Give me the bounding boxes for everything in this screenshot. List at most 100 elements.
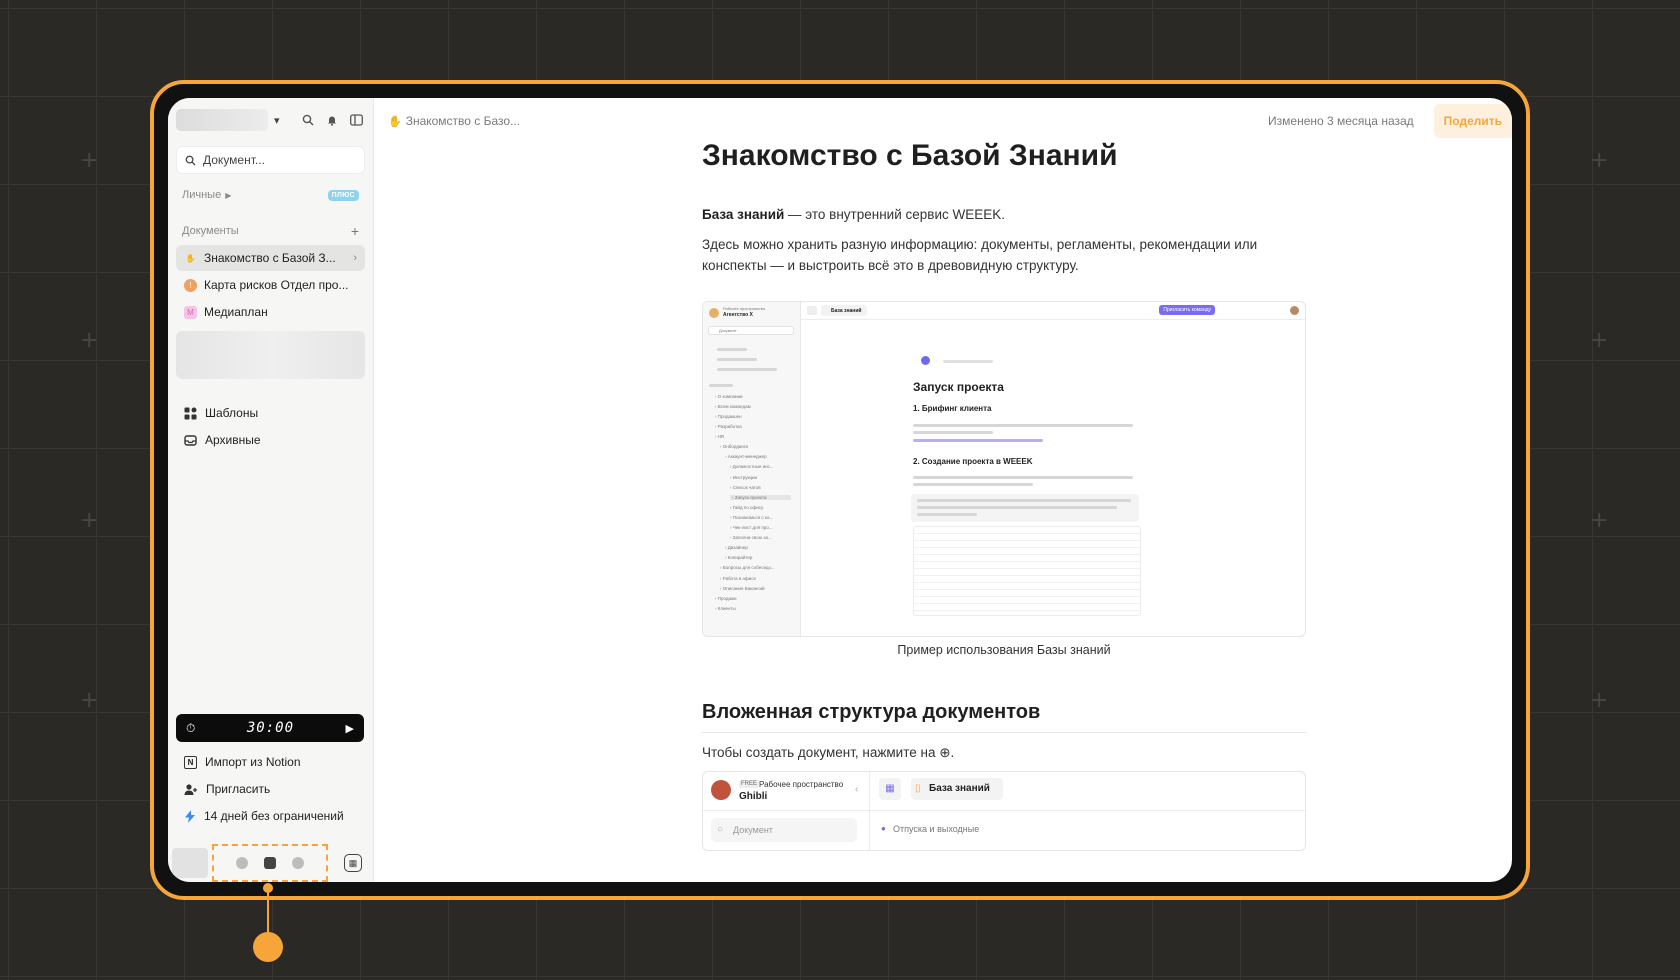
- trial-button[interactable]: 14 дней без ограничений: [176, 803, 366, 829]
- sidebar-search[interactable]: Документ...: [176, 146, 365, 174]
- intro-paragraph: База знаний — это внутренний сервис WEEE…: [702, 204, 1306, 226]
- breadcrumb-label: Знакомство с Базо...: [405, 114, 521, 128]
- mini-nested-screenshot: [913, 525, 1141, 616]
- sidebar: ▾ Документ... Личные ▶ ПЛЮС Документы +: [168, 98, 374, 882]
- chevron-down-icon[interactable]: ▾: [274, 114, 280, 127]
- section-documents: Документы +: [168, 218, 373, 244]
- sidebar-doc-intro[interactable]: ✋ Знакомство с Базой З... ›: [176, 245, 365, 271]
- ghibli-avatar: [711, 779, 731, 800]
- pomodoro-timer[interactable]: ⏱ 30:00 ▶: [176, 714, 364, 742]
- mini-topbar: База знаний Пригласить команду: [801, 302, 1305, 320]
- sidebar-item-templates[interactable]: Шаблоны: [176, 400, 365, 426]
- workspace-switcher[interactable]: [176, 109, 268, 131]
- mini-tree-item: › Всем командам: [715, 403, 751, 409]
- mini-tree-item: › Запуск проекта: [730, 494, 791, 500]
- share-button[interactable]: Поделить: [1433, 104, 1512, 138]
- mini-tree-item: › Гайд по офису: [730, 504, 764, 510]
- mini-tree-item: › Копирайтер: [725, 555, 753, 561]
- user-avatar[interactable]: [172, 848, 208, 878]
- free-badge: FREE: [739, 779, 760, 788]
- example-screenshot[interactable]: Рабочее пространство Агентство Х Докумен…: [702, 300, 1306, 637]
- document-content: Знакомство с Базой Знаний База знаний — …: [702, 138, 1306, 851]
- mini-tree-item: › Работа в офисе: [720, 575, 756, 581]
- search-icon[interactable]: [299, 111, 317, 129]
- import-notion-label: Импорт из Notion: [205, 755, 301, 769]
- section-personal[interactable]: Личные ▶ ПЛЮС: [168, 182, 373, 208]
- mini-ws-sub: Рабочее пространство: [723, 305, 766, 311]
- mini-h1: 1. Брифинг клиента: [913, 403, 992, 413]
- workspace-name: Ghibli: [739, 790, 768, 802]
- chevron-right-icon[interactable]: ›: [353, 252, 357, 264]
- search-icon: ○: [717, 823, 724, 835]
- calendar-icon[interactable]: ▦: [344, 854, 362, 872]
- sidebar-doc-label: Карта рисков Отдел про...: [204, 278, 349, 292]
- collapse-icon: ‹: [855, 783, 859, 795]
- section-heading: Вложенная структура документов: [702, 701, 1306, 733]
- mini-tree-item: › Дизайнер: [725, 545, 748, 551]
- invite-label: Пригласить: [206, 782, 271, 796]
- mini-tree-item: › О компании: [715, 393, 743, 399]
- mini-tree-item: › Разработка: [715, 424, 742, 430]
- sidebar-item-archive[interactable]: Архивные: [176, 427, 365, 453]
- mini-search-label: Документ: [719, 327, 737, 333]
- hand-icon: ✋: [388, 115, 402, 128]
- bell-icon[interactable]: [323, 111, 341, 129]
- mini-tree-item: › Описание Вакансий: [720, 585, 765, 591]
- sidebar-doc-mediaplan[interactable]: M Медиаплан: [176, 299, 365, 325]
- mini-tree-item: › Вопросы для собеседо...: [720, 565, 775, 571]
- sidebar-doc-risk-map[interactable]: ! Карта рисков Отдел про...: [176, 272, 365, 298]
- app-switcher: [212, 844, 328, 882]
- plus-badge: ПЛЮС: [327, 189, 359, 201]
- mini-sidebar: Рабочее пространство Агентство Х Докумен…: [703, 301, 801, 636]
- sidebar-header: ▾: [168, 98, 373, 142]
- mini-avatar: [709, 307, 719, 318]
- add-document-icon[interactable]: +: [351, 223, 359, 239]
- mini-tree-item: › Чек-лист для про...: [730, 525, 773, 531]
- caret-right-icon: ▶: [225, 190, 232, 200]
- warning-icon: !: [184, 278, 197, 292]
- doc-icon: ▯: [915, 782, 921, 794]
- intro-bold: База знаний: [702, 207, 785, 222]
- mini-tree-item: › HR: [715, 434, 725, 440]
- intro-rest: — это внутренний сервис WEEEK.: [784, 207, 1005, 222]
- sidebar-doc-label: Медиаплан: [204, 305, 268, 319]
- invite-icon: [184, 783, 197, 795]
- sidebar-item-label: Шаблоны: [205, 406, 259, 420]
- breadcrumb[interactable]: ✋ Знакомство с Базо...: [388, 114, 520, 128]
- document-area: ✋ Знакомство с Базо... Изменено 3 месяца…: [374, 98, 1512, 882]
- ws-search-placeholder: Документ: [733, 824, 773, 835]
- ws-sub-label: Рабочее пространство: [759, 779, 844, 789]
- item-icon: ●: [881, 823, 886, 833]
- workspace-screenshot[interactable]: FREE Рабочее пространство Ghibli ‹ ▦ ▯ Б…: [702, 770, 1306, 851]
- section-documents-label: Документы: [182, 225, 239, 237]
- knowledge-base-tab-icon[interactable]: [264, 857, 276, 869]
- sidebar-item-label: Архивные: [205, 433, 261, 447]
- page-title: Знакомство с Базой Знаний: [702, 139, 1118, 172]
- last-modified: Изменено 3 месяца назад: [1268, 114, 1414, 128]
- tasks-tab-icon[interactable]: [236, 857, 248, 869]
- import-notion-button[interactable]: N Импорт из Notion: [176, 749, 366, 775]
- timer-value: 30:00: [246, 720, 295, 736]
- lightning-icon: [185, 809, 195, 823]
- annotation-dot: [253, 932, 283, 962]
- invite-button[interactable]: Пригласить: [176, 776, 366, 802]
- mini-tree-item: › Продажи: [715, 595, 737, 601]
- section-personal-label: Личные: [182, 189, 222, 201]
- play-icon[interactable]: ▶: [346, 722, 354, 735]
- mini-tree-item: › Продакшен: [715, 413, 742, 419]
- mini-tree-item: › Заполни свою за...: [730, 535, 772, 541]
- mini-tab: База знаний: [831, 307, 862, 314]
- apps-icon[interactable]: ▦: [879, 777, 901, 800]
- blurred-docs: [176, 331, 365, 379]
- archive-icon: [184, 434, 197, 446]
- create-doc-paragraph: Чтобы создать документ, нажмите на ⊕.: [702, 744, 955, 760]
- media-icon: M: [184, 305, 197, 319]
- crm-tab-icon[interactable]: [292, 857, 304, 869]
- ws-item-label: Отпуска и выходные: [893, 823, 980, 834]
- annotation-anchor: [263, 883, 273, 893]
- description-paragraph: Здесь можно хранить разную информацию: д…: [702, 236, 1258, 274]
- mini-invite: Пригласить команду: [1159, 304, 1215, 315]
- sidebar-toggle-icon[interactable]: [347, 111, 365, 129]
- mini-tree-item: › Аккаунт-менеджер: [725, 454, 767, 460]
- search-placeholder: Документ...: [203, 153, 265, 167]
